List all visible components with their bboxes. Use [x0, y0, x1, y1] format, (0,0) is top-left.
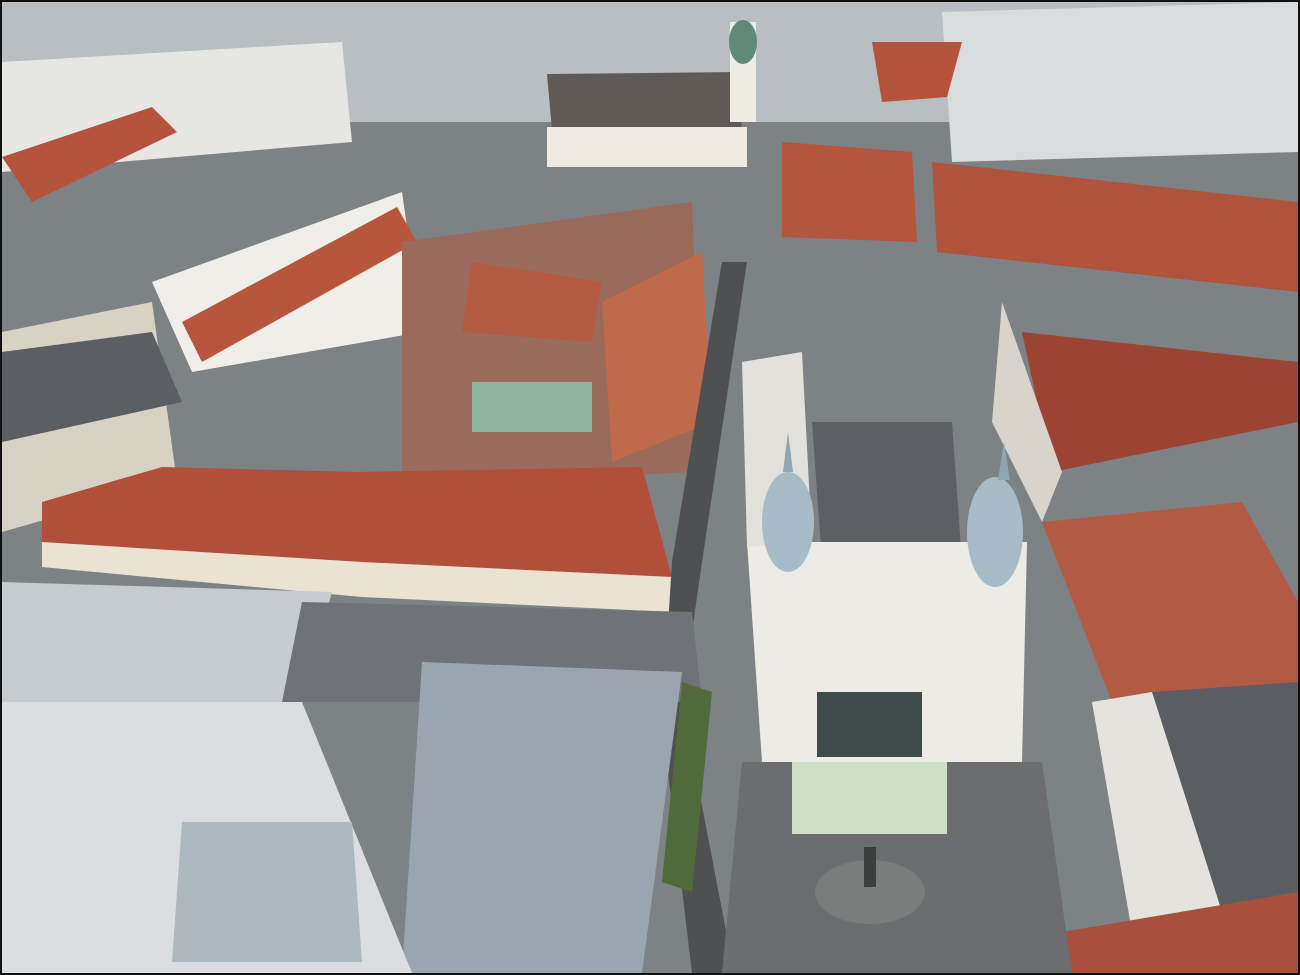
- aerial-city-photo: [2, 2, 1298, 973]
- dome-right: [967, 477, 1023, 587]
- church-roof: [547, 72, 742, 130]
- roof-green-central: [472, 382, 592, 432]
- umbrella-canopy: [792, 762, 947, 834]
- zinc-roof-large-bottom: [402, 662, 682, 973]
- red-roofs-right-upper: [782, 142, 917, 242]
- dome-left: [762, 472, 814, 572]
- church-facade: [547, 127, 747, 167]
- zinc-roofs-bottom-left: [2, 582, 332, 702]
- building-top-right: [942, 2, 1298, 162]
- photo-frame: [0, 0, 1300, 975]
- ornate-building-arcade: [817, 692, 922, 757]
- monument-statue: [864, 847, 876, 887]
- church-tower-dome: [729, 20, 757, 64]
- zinc-roof-bottom-left-2: [172, 822, 362, 962]
- ornate-building-roof: [812, 422, 962, 562]
